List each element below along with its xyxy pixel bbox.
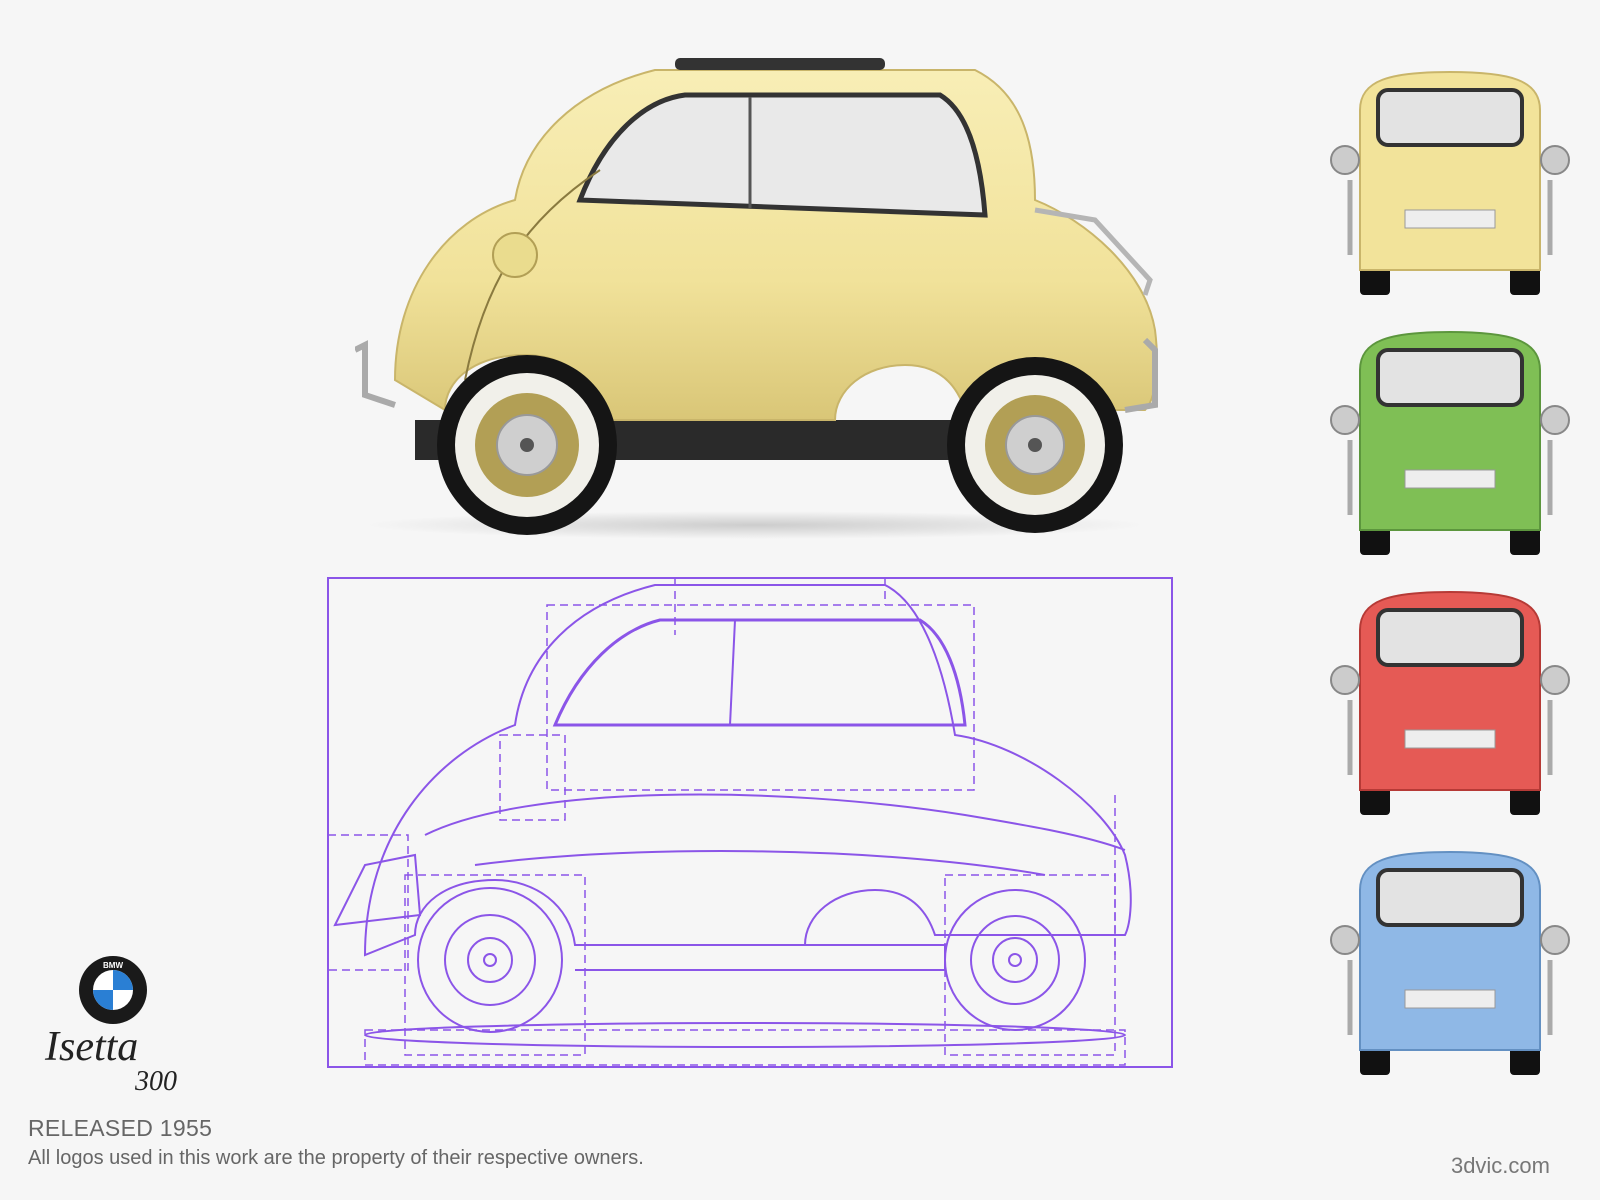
release-year-caption: RELEASED 1955 <box>28 1115 213 1141</box>
svg-text:Isetta: Isetta <box>44 1025 138 1070</box>
bmw-logo: BMW <box>79 956 147 1024</box>
logo-disclaimer: All logos used in this work are the prop… <box>28 1147 644 1169</box>
side-view-car-illustration <box>355 58 1158 539</box>
blueprint-drawing <box>327 577 1173 1068</box>
front-view-green <box>1330 330 1570 555</box>
front-view-blue <box>1330 850 1570 1075</box>
front-view-yellow <box>1330 70 1570 295</box>
svg-text:300: 300 <box>134 1066 177 1095</box>
isetta-300-script: Isetta 300 <box>44 1025 177 1095</box>
site-credit: 3dvic.com <box>1450 1153 1550 1178</box>
svg-text:BMW: BMW <box>103 961 123 970</box>
front-view-red <box>1330 590 1570 815</box>
